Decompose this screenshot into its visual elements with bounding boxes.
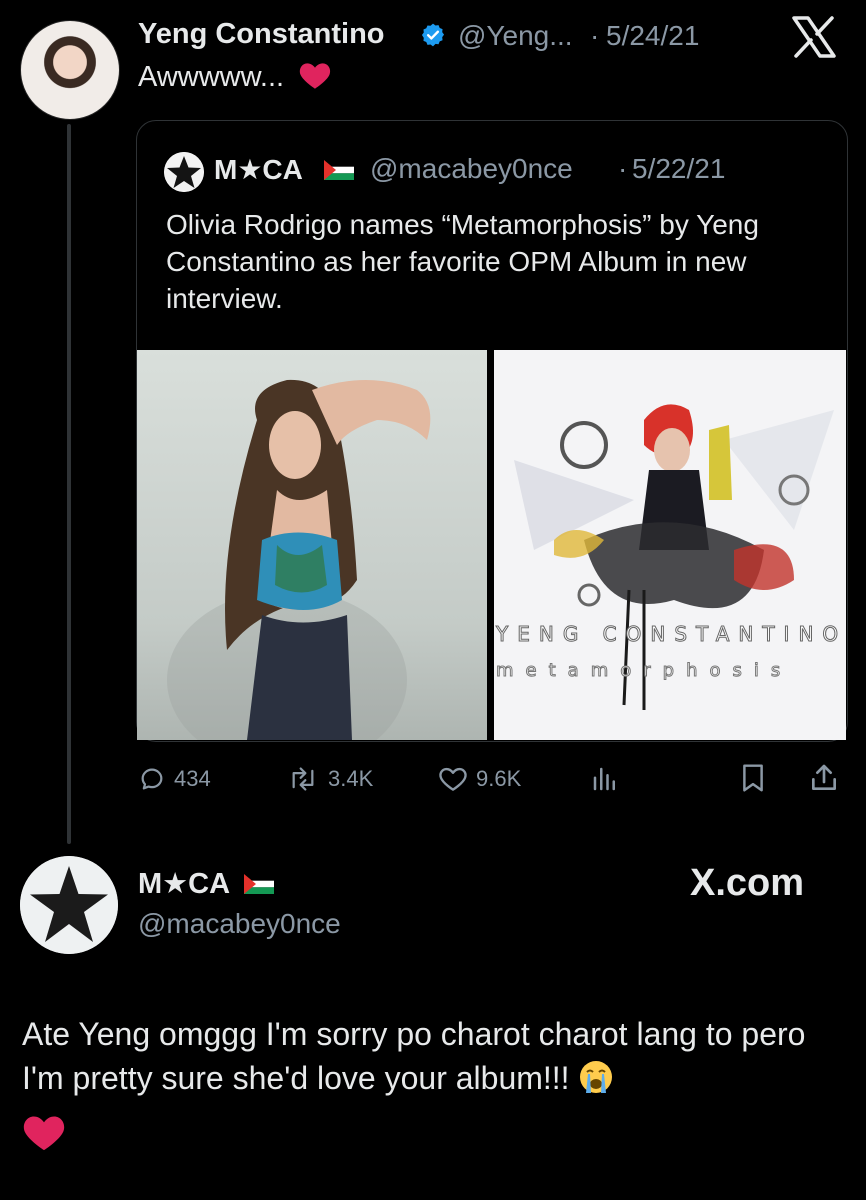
retweet-count: 3.4K (328, 766, 374, 791)
star-avatar-icon[interactable] (20, 856, 118, 954)
photo-illustration (167, 379, 431, 740)
post-text: Ate Yeng omggg I'm sorry po charot charo… (22, 1012, 852, 1100)
red-heart-icon (23, 1116, 65, 1151)
reply-button[interactable]: 434 (138, 764, 211, 794)
palestine-flag-icon (324, 160, 354, 180)
quoted-handle[interactable]: @macabey0nce (370, 153, 573, 185)
red-heart-icon (300, 63, 331, 89)
x-logo-icon[interactable] (790, 16, 838, 58)
avatar-yeng[interactable] (20, 20, 120, 120)
metamorphosis-album-cover[interactable] (494, 350, 846, 740)
star-avatar-icon[interactable] (164, 152, 204, 192)
quoted-date[interactable]: 5/22/21 (632, 153, 725, 185)
album-cover-title: YENG CONSTANTINO (496, 622, 848, 647)
retweet-button[interactable]: 3.4K (286, 764, 373, 794)
bookmark-icon[interactable] (738, 762, 768, 794)
post-text-content: Ate Yeng omggg I'm sorry po charot charo… (22, 1016, 806, 1096)
like-count: 9.6K (476, 766, 522, 791)
retweet-icon (292, 767, 314, 791)
palestine-flag-icon (244, 874, 274, 894)
share-icon[interactable] (808, 762, 840, 794)
tweet-date[interactable]: 5/24/21 (606, 20, 699, 52)
author-name[interactable]: Yeng Constantino (138, 18, 385, 51)
album-art-illustration (494, 350, 846, 740)
post-handle[interactable]: @macabey0nce (138, 908, 341, 940)
quoted-author-name[interactable]: M★CA (214, 153, 303, 186)
tweet-text: Awwwww... (138, 60, 332, 94)
reply-icon (141, 768, 163, 790)
album-cover-subtitle: metamorphosis (496, 660, 793, 682)
separator: · (590, 20, 600, 51)
analytics-icon[interactable] (590, 764, 620, 794)
loudly-crying-face-icon (580, 1061, 613, 1093)
olivia-rodrigo-photo[interactable] (137, 350, 487, 740)
verified-badge-icon (421, 23, 445, 47)
quoted-text: Olivia Rodrigo names “Metamorphosis” by … (166, 209, 759, 314)
thread-line (67, 124, 71, 844)
reply-count: 434 (174, 766, 211, 791)
separator: · (618, 153, 628, 184)
author-handle[interactable]: @Yeng... (458, 20, 573, 52)
like-button[interactable]: 9.6K (438, 764, 521, 794)
tweet-text-content: Awwwww... (138, 61, 285, 93)
site-label[interactable]: X.com (690, 862, 804, 905)
heart-outline-icon (439, 767, 467, 791)
post-author-name[interactable]: M★CA (138, 866, 230, 901)
